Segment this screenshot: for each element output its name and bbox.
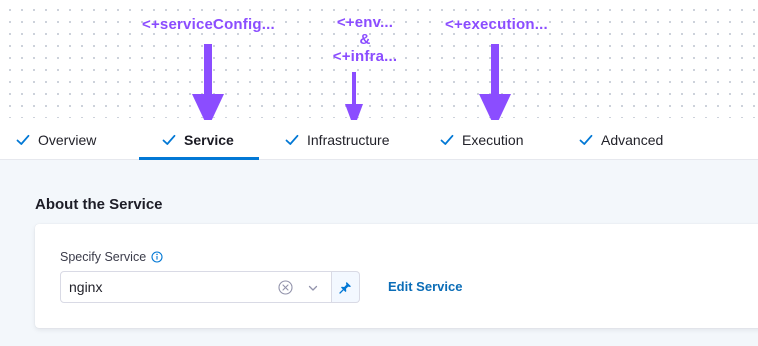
check-icon xyxy=(579,134,593,145)
service-select-value: nginx xyxy=(69,279,103,295)
check-icon xyxy=(162,134,176,145)
annotation-infra: <+infra... xyxy=(332,48,398,65)
annotation-execution: <+execution... xyxy=(445,16,548,33)
tab-infrastructure[interactable]: Infrastructure xyxy=(285,120,389,160)
annotation-service-config: <+serviceConfig... xyxy=(142,16,275,33)
info-icon[interactable] xyxy=(151,251,163,263)
clear-icon[interactable] xyxy=(278,280,293,295)
chevron-down-icon[interactable] xyxy=(307,282,319,294)
section-title: About the Service xyxy=(35,196,163,213)
check-icon xyxy=(16,134,30,145)
tab-label: Execution xyxy=(462,132,524,148)
check-icon xyxy=(285,134,299,145)
tab-service[interactable]: Service xyxy=(162,120,234,160)
tab-execution[interactable]: Execution xyxy=(440,120,523,160)
tab-overview[interactable]: Overview xyxy=(16,120,96,160)
truncated-canvas-text xyxy=(118,0,208,5)
annotation-env-infra: <+env... & <+infra... xyxy=(330,14,400,65)
tab-label: Overview xyxy=(38,132,97,148)
edit-service-link[interactable]: Edit Service xyxy=(388,279,462,294)
arrow-down-icon xyxy=(479,44,511,128)
annotation-env: <+env... xyxy=(336,14,394,31)
tab-label: Advanced xyxy=(601,132,664,148)
field-label-text: Specify Service xyxy=(60,250,147,264)
specify-service-label: Specify Service xyxy=(60,250,163,264)
service-select[interactable]: nginx xyxy=(60,271,332,303)
tab-advanced[interactable]: Advanced xyxy=(579,120,663,160)
arrow-down-icon xyxy=(192,44,224,128)
tab-label: Infrastructure xyxy=(307,132,390,148)
service-tab-content: About the Service Specify Service nginx xyxy=(0,160,758,346)
pin-icon xyxy=(339,281,351,294)
service-card: Specify Service nginx Edit Service xyxy=(35,224,758,328)
check-icon xyxy=(440,134,454,145)
annotation-ampersand: & xyxy=(359,31,371,48)
tab-label: Service xyxy=(184,132,234,148)
pipeline-stage-editor: <+serviceConfig... <+env... & <+infra...… xyxy=(0,0,758,346)
stage-tabs: Overview Service Infrastructure Executio… xyxy=(0,120,758,160)
pin-button[interactable] xyxy=(332,271,360,303)
